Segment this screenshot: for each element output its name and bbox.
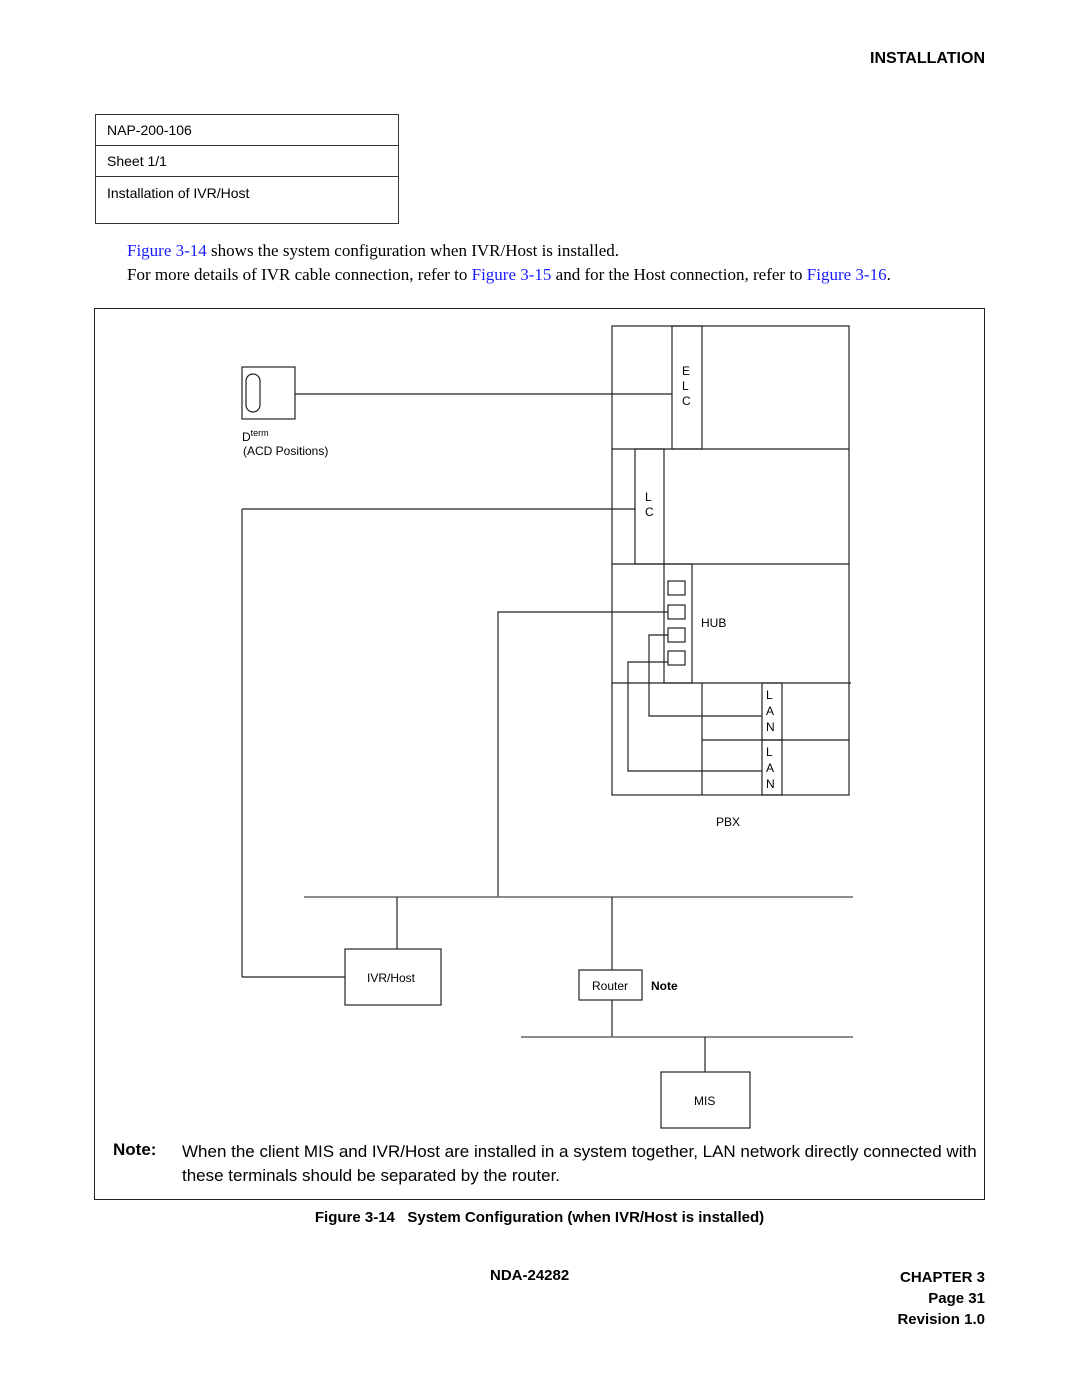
hub-port-1 <box>667 580 686 596</box>
hub-label: HUB <box>701 616 726 630</box>
hub-port-3 <box>667 627 686 643</box>
router-note-label: Note <box>651 979 678 993</box>
elc-letter: E <box>682 364 690 378</box>
pbx-label: PBX <box>716 815 740 829</box>
lan-letter: A <box>766 761 774 775</box>
pbx-cabinet <box>611 325 850 796</box>
figure-caption: Figure 3-14 System Configuration (when I… <box>314 1209 765 1226</box>
footer-page-info: CHAPTER 3 Page 31 Revision 1.0 <box>800 1267 985 1330</box>
dterm-handset-icon <box>245 373 261 413</box>
lc-letter: C <box>645 505 654 519</box>
lc-letter: L <box>645 490 652 504</box>
hub-to-lan-card-1-cable <box>648 634 762 717</box>
lan-letter: A <box>766 704 774 718</box>
mis-label: MIS <box>694 1094 715 1108</box>
note-label: Note: <box>113 1140 157 1159</box>
hub-port-4 <box>667 650 686 666</box>
router-label: Router <box>592 979 628 993</box>
footer-chapter: CHAPTER 3 <box>899 1269 985 1286</box>
hub-to-lan-cable <box>497 611 668 897</box>
hub-port-2 <box>667 604 686 620</box>
ivr-host-label: IVR/Host <box>367 971 416 985</box>
elc-letter: C <box>682 394 691 408</box>
dterm-sublabel: (ACD Positions) <box>243 444 328 458</box>
footer-revision: Revision 1.0 <box>897 1311 985 1328</box>
footer-page: Page 31 <box>928 1290 985 1307</box>
lan-letter: N <box>766 720 775 734</box>
note-text: When the client MIS and IVR/Host are ins… <box>182 1142 977 1185</box>
elc-letter: L <box>682 379 689 393</box>
lan-letter: L <box>766 688 773 702</box>
lan-letter: N <box>766 777 775 791</box>
lan-letter: L <box>766 745 773 759</box>
dterm-label: Dterm <box>242 428 269 444</box>
footer-doc-number: NDA-24282 <box>490 1267 570 1284</box>
